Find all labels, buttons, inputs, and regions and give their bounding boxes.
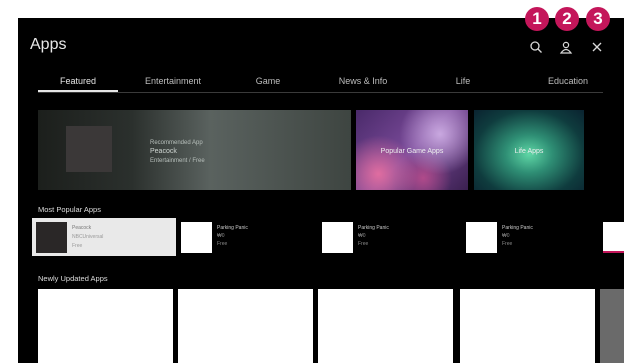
banner-main-line3: Entertainment / Free [150,158,205,164]
section-title-popular: Most Popular Apps [38,205,101,214]
app-icon [466,222,497,253]
app-free-label: Free [358,241,369,247]
updated-app-tile[interactable] [38,289,173,363]
category-tabs: Featured Entertainment Game News & Info … [38,74,603,94]
banner-life-apps[interactable]: Life Apps [474,110,584,190]
banner-main-line2: Peacock [150,148,177,155]
tab-life[interactable]: Life [443,74,483,94]
search-icon[interactable] [529,40,543,54]
user-icon[interactable] [559,40,573,54]
tab-entertainment[interactable]: Entertainment [133,74,213,94]
app-icon [36,222,67,253]
tab-featured[interactable]: Featured [38,74,118,92]
banner-featured-app[interactable]: Recommended App Peacock Entertainment / … [38,110,351,190]
callout-3: 3 [586,7,610,31]
app-price: ₩0 [502,233,510,239]
close-icon[interactable] [590,40,604,54]
featured-app-thumbnail [66,126,112,172]
app-developer: NBCUniversal [72,234,104,240]
updated-app-tile-partial[interactable] [600,289,624,363]
app-name: Parking Panic [502,225,533,231]
updated-app-tile[interactable] [460,289,595,363]
banner-life-label: Life Apps [514,148,544,155]
app-price: ₩0 [217,233,225,239]
banner-popular-game-apps[interactable]: Popular Game Apps [356,110,468,190]
app-name: Parking Panic [358,225,389,231]
apps-screen: Apps Featured Entertainment Game News & … [18,18,624,363]
tab-news-info[interactable]: News & Info [328,74,398,94]
banner-main-line1: Recommended App [150,140,203,146]
section-title-updated: Newly Updated Apps [38,274,108,283]
page-title: Apps [30,36,67,53]
tab-game[interactable]: Game [243,74,293,94]
app-price: Free [72,243,83,249]
callout-2: 2 [555,7,579,31]
updated-app-tile[interactable] [178,289,313,363]
app-free-label: Free [217,241,228,247]
app-free-label: Free [502,241,513,247]
app-icon [322,222,353,253]
app-card-partial[interactable] [599,218,624,256]
tab-divider [38,92,603,93]
updated-app-tile[interactable] [318,289,453,363]
app-card-selected[interactable]: Peacock NBCUniversal Free [32,218,176,256]
app-name: Peacock [72,225,92,231]
callout-1: 1 [525,7,549,31]
app-icon [181,222,212,253]
app-card[interactable]: Parking Panic ₩0 Free [177,218,315,256]
app-card[interactable]: Parking Panic ₩0 Free [318,218,458,256]
banner-game-label: Popular Game Apps [380,148,444,155]
app-price: ₩0 [358,233,366,239]
tab-education[interactable]: Education [533,74,603,94]
app-icon [603,222,624,253]
app-card[interactable]: Parking Panic ₩0 Free [462,218,602,256]
app-name: Parking Panic [217,225,248,231]
